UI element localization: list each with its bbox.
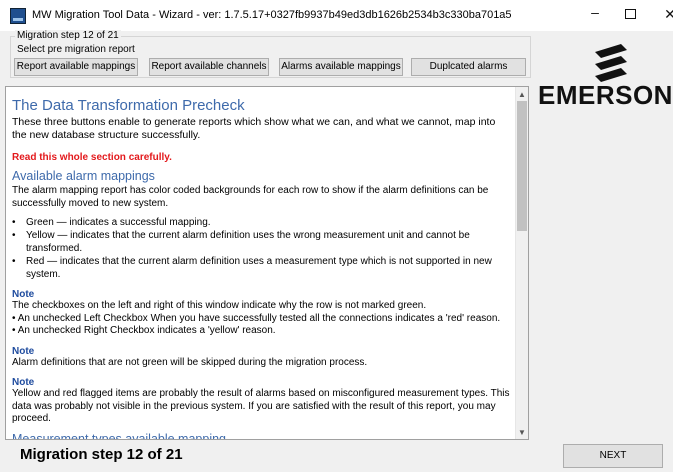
note-text: Alarm definitions that are not green wil…: [12, 356, 368, 368]
note-label: Note: [12, 345, 35, 357]
alarm-mappings-heading: Available alarm mappings: [12, 169, 155, 183]
list-item: Red — indicates that the current alarm d…: [12, 255, 512, 281]
precheck-intro: These three buttons enable to generate r…: [12, 116, 496, 141]
note-label: Note: [12, 377, 35, 388]
note-text: Yellow and red flagged items are probabl…: [12, 388, 510, 424]
vertical-scrollbar[interactable]: ▲ ▼: [515, 87, 528, 439]
close-button[interactable]: ✕: [660, 6, 673, 23]
note-label: Note: [12, 289, 35, 300]
report-available-mappings-button[interactable]: Report available mappings: [14, 58, 138, 76]
emerson-logo-text: EMERSON: [538, 80, 673, 110]
precheck-document: The Data Transformation Precheck These t…: [12, 97, 512, 440]
precheck-heading: The Data Transformation Precheck: [12, 97, 245, 114]
next-button[interactable]: NEXT: [563, 444, 663, 468]
list-item: Yellow — indicates that the current alar…: [12, 229, 512, 255]
app-icon: [10, 8, 26, 24]
scroll-up-icon[interactable]: ▲: [518, 90, 526, 99]
note-line: • An unchecked Right Checkbox indicates …: [12, 325, 276, 336]
window-title: MW Migration Tool Data - Wizard - ver: 1…: [32, 9, 512, 21]
footer-step-label: Migration step 12 of 21: [20, 446, 183, 463]
title-bar: MW Migration Tool Data - Wizard - ver: 1…: [0, 0, 673, 31]
report-available-channels-button[interactable]: Report available channels: [149, 58, 269, 76]
measurement-types-heading: Measurement types available mapping: [12, 431, 227, 440]
scrollbar-thumb[interactable]: [517, 101, 527, 231]
note-line: • An unchecked Left Checkbox When you ha…: [12, 312, 501, 324]
list-item: Green — indicates a successful mapping.: [12, 216, 512, 229]
note-text: The checkboxes on the left and right of …: [12, 300, 427, 311]
step-legend: Migration step 12 of 21: [15, 30, 121, 41]
minimize-button[interactable]: –: [585, 4, 605, 20]
warning-text: Read this whole section carefully.: [12, 152, 172, 163]
maximize-button[interactable]: [625, 9, 636, 19]
color-legend-list: Green — indicates a successful mapping. …: [12, 216, 512, 281]
duplicated-alarms-button[interactable]: Duplcated alarms: [411, 58, 526, 76]
select-report-label: Select pre migration report: [17, 44, 135, 55]
alarms-available-mappings-button[interactable]: Alarms available mappings: [279, 58, 403, 76]
precheck-content-panel[interactable]: The Data Transformation Precheck These t…: [5, 86, 529, 440]
alarm-mappings-text: The alarm mapping report has color coded…: [12, 185, 489, 209]
scroll-down-icon[interactable]: ▼: [518, 428, 526, 437]
